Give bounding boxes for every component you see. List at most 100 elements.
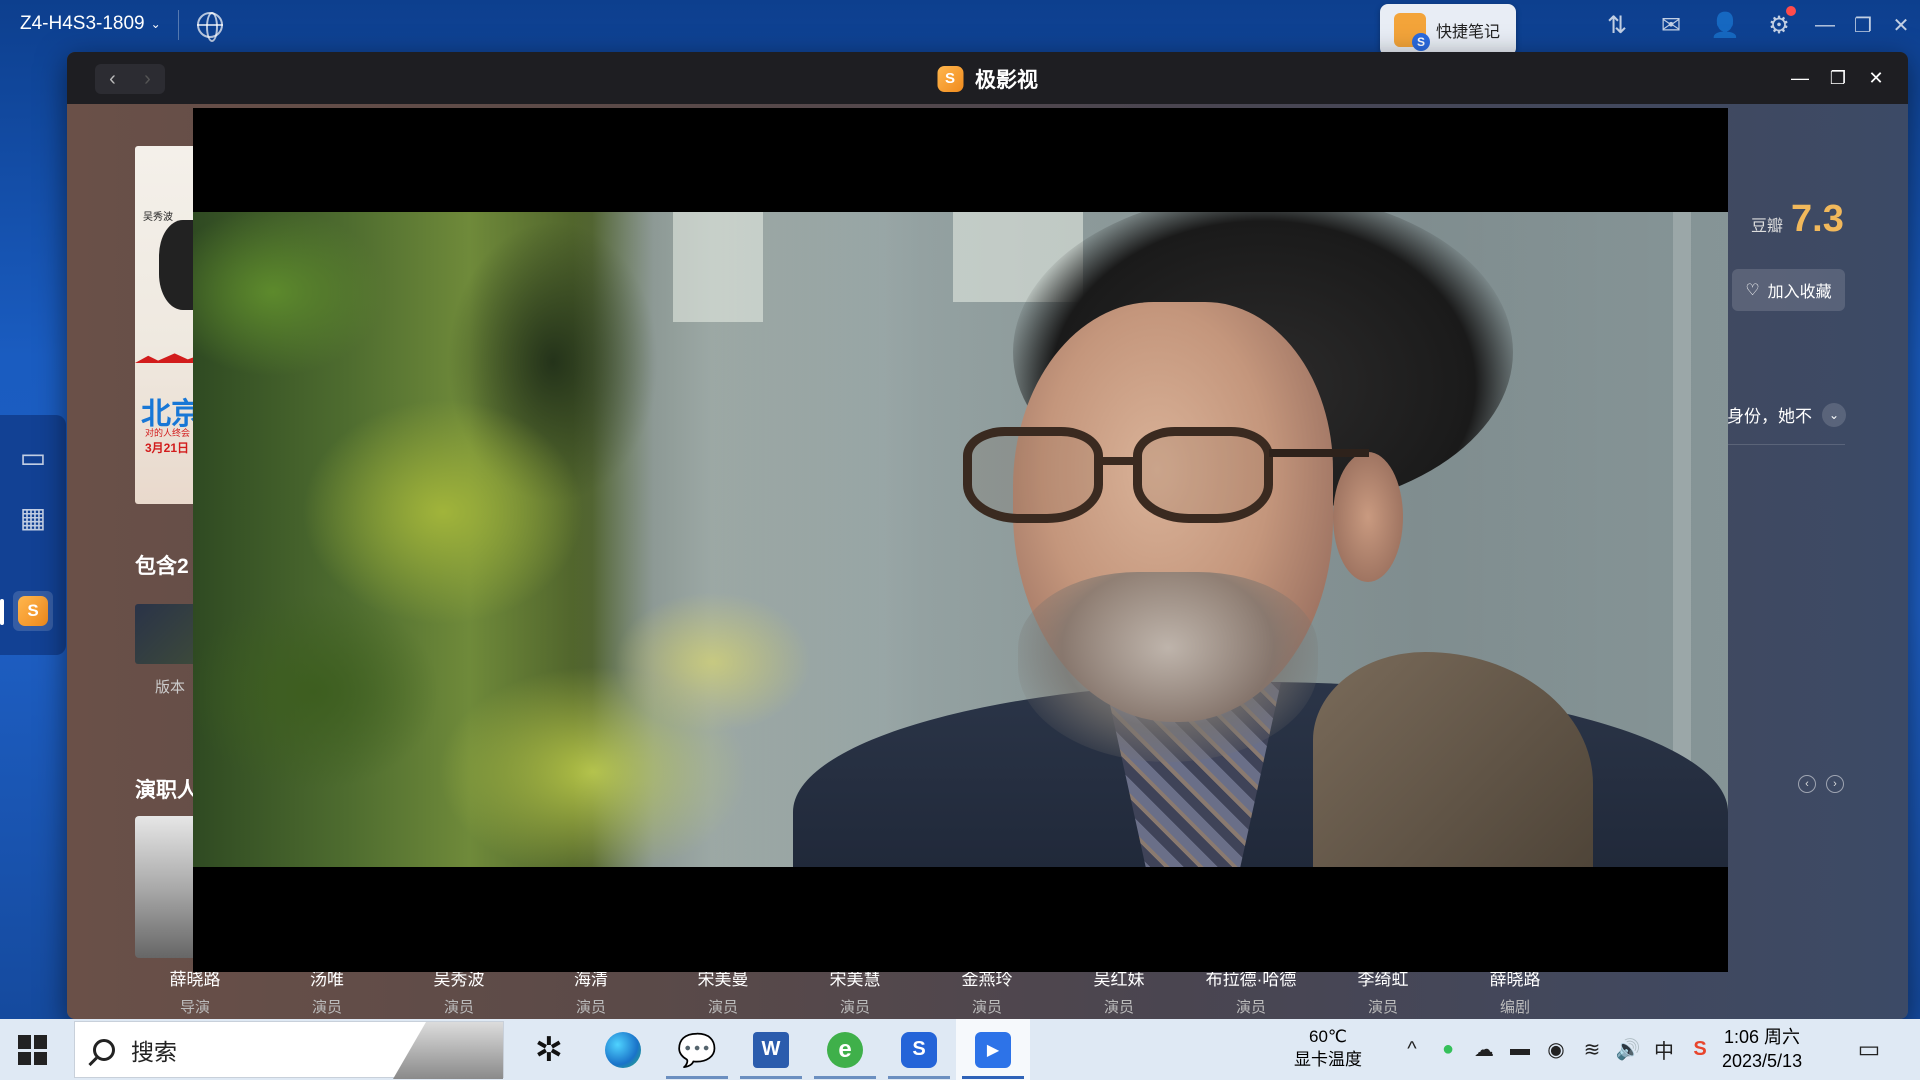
- quick-note-label: 快捷笔记: [1436, 24, 1501, 41]
- cast-item[interactable]: 李绮虹 演员: [1323, 965, 1443, 1017]
- video-player-icon: ▶: [975, 1031, 1011, 1068]
- left-dock: ▭ ▦ S: [0, 415, 66, 655]
- cast-carousel-controls: ‹ ›: [1798, 775, 1844, 793]
- input-method-indicator[interactable]: 中: [1646, 1035, 1682, 1064]
- cast-item[interactable]: 汤唯 演员: [267, 965, 387, 1017]
- add-to-favorites-label: 加入收藏: [1767, 284, 1832, 301]
- video-app-icon: S: [18, 596, 48, 626]
- sogou-ime-icon[interactable]: S: [1682, 1038, 1718, 1061]
- edge-icon: [605, 1031, 641, 1068]
- cast-item[interactable]: 吴秀波 演员: [399, 965, 519, 1017]
- description-text: 身份，她不: [1727, 407, 1812, 426]
- forward-button[interactable]: ›: [130, 64, 165, 94]
- restore-icon[interactable]: ❐: [1844, 0, 1882, 50]
- cast-role: 演员: [1235, 999, 1266, 1016]
- douban-score: 7.3: [1791, 198, 1844, 240]
- transfer-icon[interactable]: ⇅: [1590, 0, 1644, 50]
- cast-photo[interactable]: [135, 816, 201, 958]
- wifi-icon[interactable]: ≋: [1574, 1037, 1610, 1062]
- cast-role: 演员: [971, 999, 1002, 1016]
- douban-label: 豆瓣: [1751, 218, 1784, 235]
- close-button[interactable]: ✕: [1864, 64, 1888, 92]
- taskbar-app-edge[interactable]: [586, 1019, 660, 1080]
- taskbar-search[interactable]: 搜索: [74, 1021, 504, 1079]
- cast-item[interactable]: 宋美曼 演员: [663, 965, 783, 1017]
- search-icon: [93, 1038, 115, 1061]
- gpu-temperature-value: 60℃: [1308, 1027, 1347, 1046]
- taskbar-app-nas[interactable]: S: [882, 1019, 956, 1080]
- divider: [1727, 444, 1845, 445]
- mail-icon[interactable]: ✉: [1644, 0, 1698, 50]
- maximize-button[interactable]: ❐: [1826, 64, 1850, 92]
- windows-taskbar: 搜索 ✲ 💬 W e S ▶ 60℃ 显卡温度 ^ ● ☁ ▬ ◉ ≋ 🔊 中 …: [0, 1019, 1920, 1080]
- trailer-video-player[interactable]: [193, 108, 1728, 972]
- cast-item[interactable]: 海清 演员: [531, 965, 651, 1017]
- globe-icon[interactable]: [197, 12, 223, 42]
- app-title-bar: ‹ › S 极影视 — ❐ ✕: [67, 52, 1908, 104]
- search-highlight-art: [393, 1022, 503, 1079]
- expand-description-button[interactable]: ⌄: [1822, 402, 1846, 427]
- back-button[interactable]: ‹: [95, 64, 130, 94]
- volume-icon[interactable]: 🔊: [1610, 1037, 1646, 1062]
- cast-role: 演员: [839, 999, 870, 1016]
- cast-item[interactable]: 宋美慧 演员: [795, 965, 915, 1017]
- cast-item[interactable]: 薛晓路 导演: [135, 965, 255, 1017]
- qq-icon[interactable]: ◉: [1538, 1037, 1574, 1062]
- search-placeholder: 搜索: [131, 1038, 177, 1065]
- taskbar-app-video-player[interactable]: ▶: [956, 1019, 1030, 1080]
- user-icon[interactable]: 👤: [1698, 0, 1752, 50]
- minimize-icon[interactable]: —: [1806, 0, 1844, 50]
- minimize-button[interactable]: —: [1788, 64, 1812, 92]
- cast-list: 薛晓路 导演 汤唯 演员 吴秀波 演员 海清 演员 宋美曼 演员 宋美慧 演员 金燕玲 演员 …: [135, 965, 1575, 1017]
- app-title-text: 极影视: [975, 69, 1038, 92]
- taskbar-app-word[interactable]: W: [734, 1019, 808, 1080]
- video-frame: [193, 212, 1728, 867]
- chevron-down-icon: ⌄: [150, 17, 161, 31]
- taskbar-clock[interactable]: 1:06 周六 2023/5/13: [1722, 1025, 1802, 1073]
- notification-dot: [1786, 6, 1796, 16]
- battery-icon[interactable]: ▬: [1502, 1038, 1538, 1061]
- start-button[interactable]: [18, 1035, 48, 1065]
- add-to-favorites-button[interactable]: ♡ 加入收藏: [1732, 269, 1845, 311]
- wechat-tray-icon[interactable]: ●: [1430, 1038, 1466, 1061]
- movie-poster[interactable]: 吴秀波 北京 对的人终会 3月21日: [135, 146, 201, 504]
- version-thumbnail[interactable]: [135, 604, 201, 664]
- wechat-icon: 💬: [677, 1031, 717, 1068]
- gpu-temperature-widget[interactable]: 60℃ 显卡温度: [1294, 1025, 1362, 1071]
- window-controls: — ❐ ✕: [1788, 64, 1888, 92]
- building-window: [673, 212, 763, 322]
- carousel-prev-button[interactable]: ‹: [1798, 775, 1816, 793]
- app-title: S 极影视: [937, 64, 1038, 94]
- action-center-icon[interactable]: ▭: [1854, 1035, 1884, 1063]
- cloud-icon[interactable]: ☁: [1466, 1037, 1502, 1062]
- cast-role: 编剧: [1499, 999, 1530, 1016]
- close-icon[interactable]: ✕: [1882, 0, 1920, 50]
- divider: [178, 10, 179, 40]
- cast-item[interactable]: 金燕玲 演员: [927, 965, 1047, 1017]
- cast-role: 演员: [1103, 999, 1134, 1016]
- glasses-lens: [963, 427, 1103, 523]
- taskbar-app-wechat[interactable]: 💬: [660, 1019, 734, 1080]
- nav-buttons: ‹ ›: [95, 64, 165, 94]
- beard: [1018, 572, 1318, 762]
- cast-role: 演员: [443, 999, 474, 1016]
- quick-note-button[interactable]: 快捷笔记: [1380, 4, 1516, 56]
- device-name: Z4-H4S3-1809: [20, 13, 145, 34]
- douban-rating: 豆瓣 7.3: [1751, 198, 1844, 241]
- video-app-dock-item[interactable]: S: [13, 591, 53, 631]
- drive-icon[interactable]: ▭: [13, 437, 53, 477]
- apps-grid-icon[interactable]: ▦: [13, 497, 53, 537]
- device-name-dropdown[interactable]: Z4-H4S3-1809 ⌄: [20, 13, 161, 35]
- cast-item[interactable]: 薛晓路 编剧: [1455, 965, 1575, 1017]
- cast-item[interactable]: 布拉德·哈德 演员: [1191, 965, 1311, 1017]
- clock-time: 1:06 周六: [1724, 1027, 1801, 1047]
- settings-icon[interactable]: ⚙: [1752, 0, 1806, 50]
- show-hidden-icons-chevron-icon[interactable]: ^: [1394, 1038, 1430, 1061]
- poster-tagline: 对的人终会: [145, 428, 191, 438]
- cast-item[interactable]: 吴红妹 演员: [1059, 965, 1179, 1017]
- taskbar-app-pinwheel[interactable]: ✲: [512, 1019, 586, 1080]
- glasses: [963, 427, 1369, 527]
- gpu-temperature-label: 显卡温度: [1294, 1050, 1362, 1069]
- carousel-next-button[interactable]: ›: [1826, 775, 1844, 793]
- taskbar-app-ie[interactable]: e: [808, 1019, 882, 1080]
